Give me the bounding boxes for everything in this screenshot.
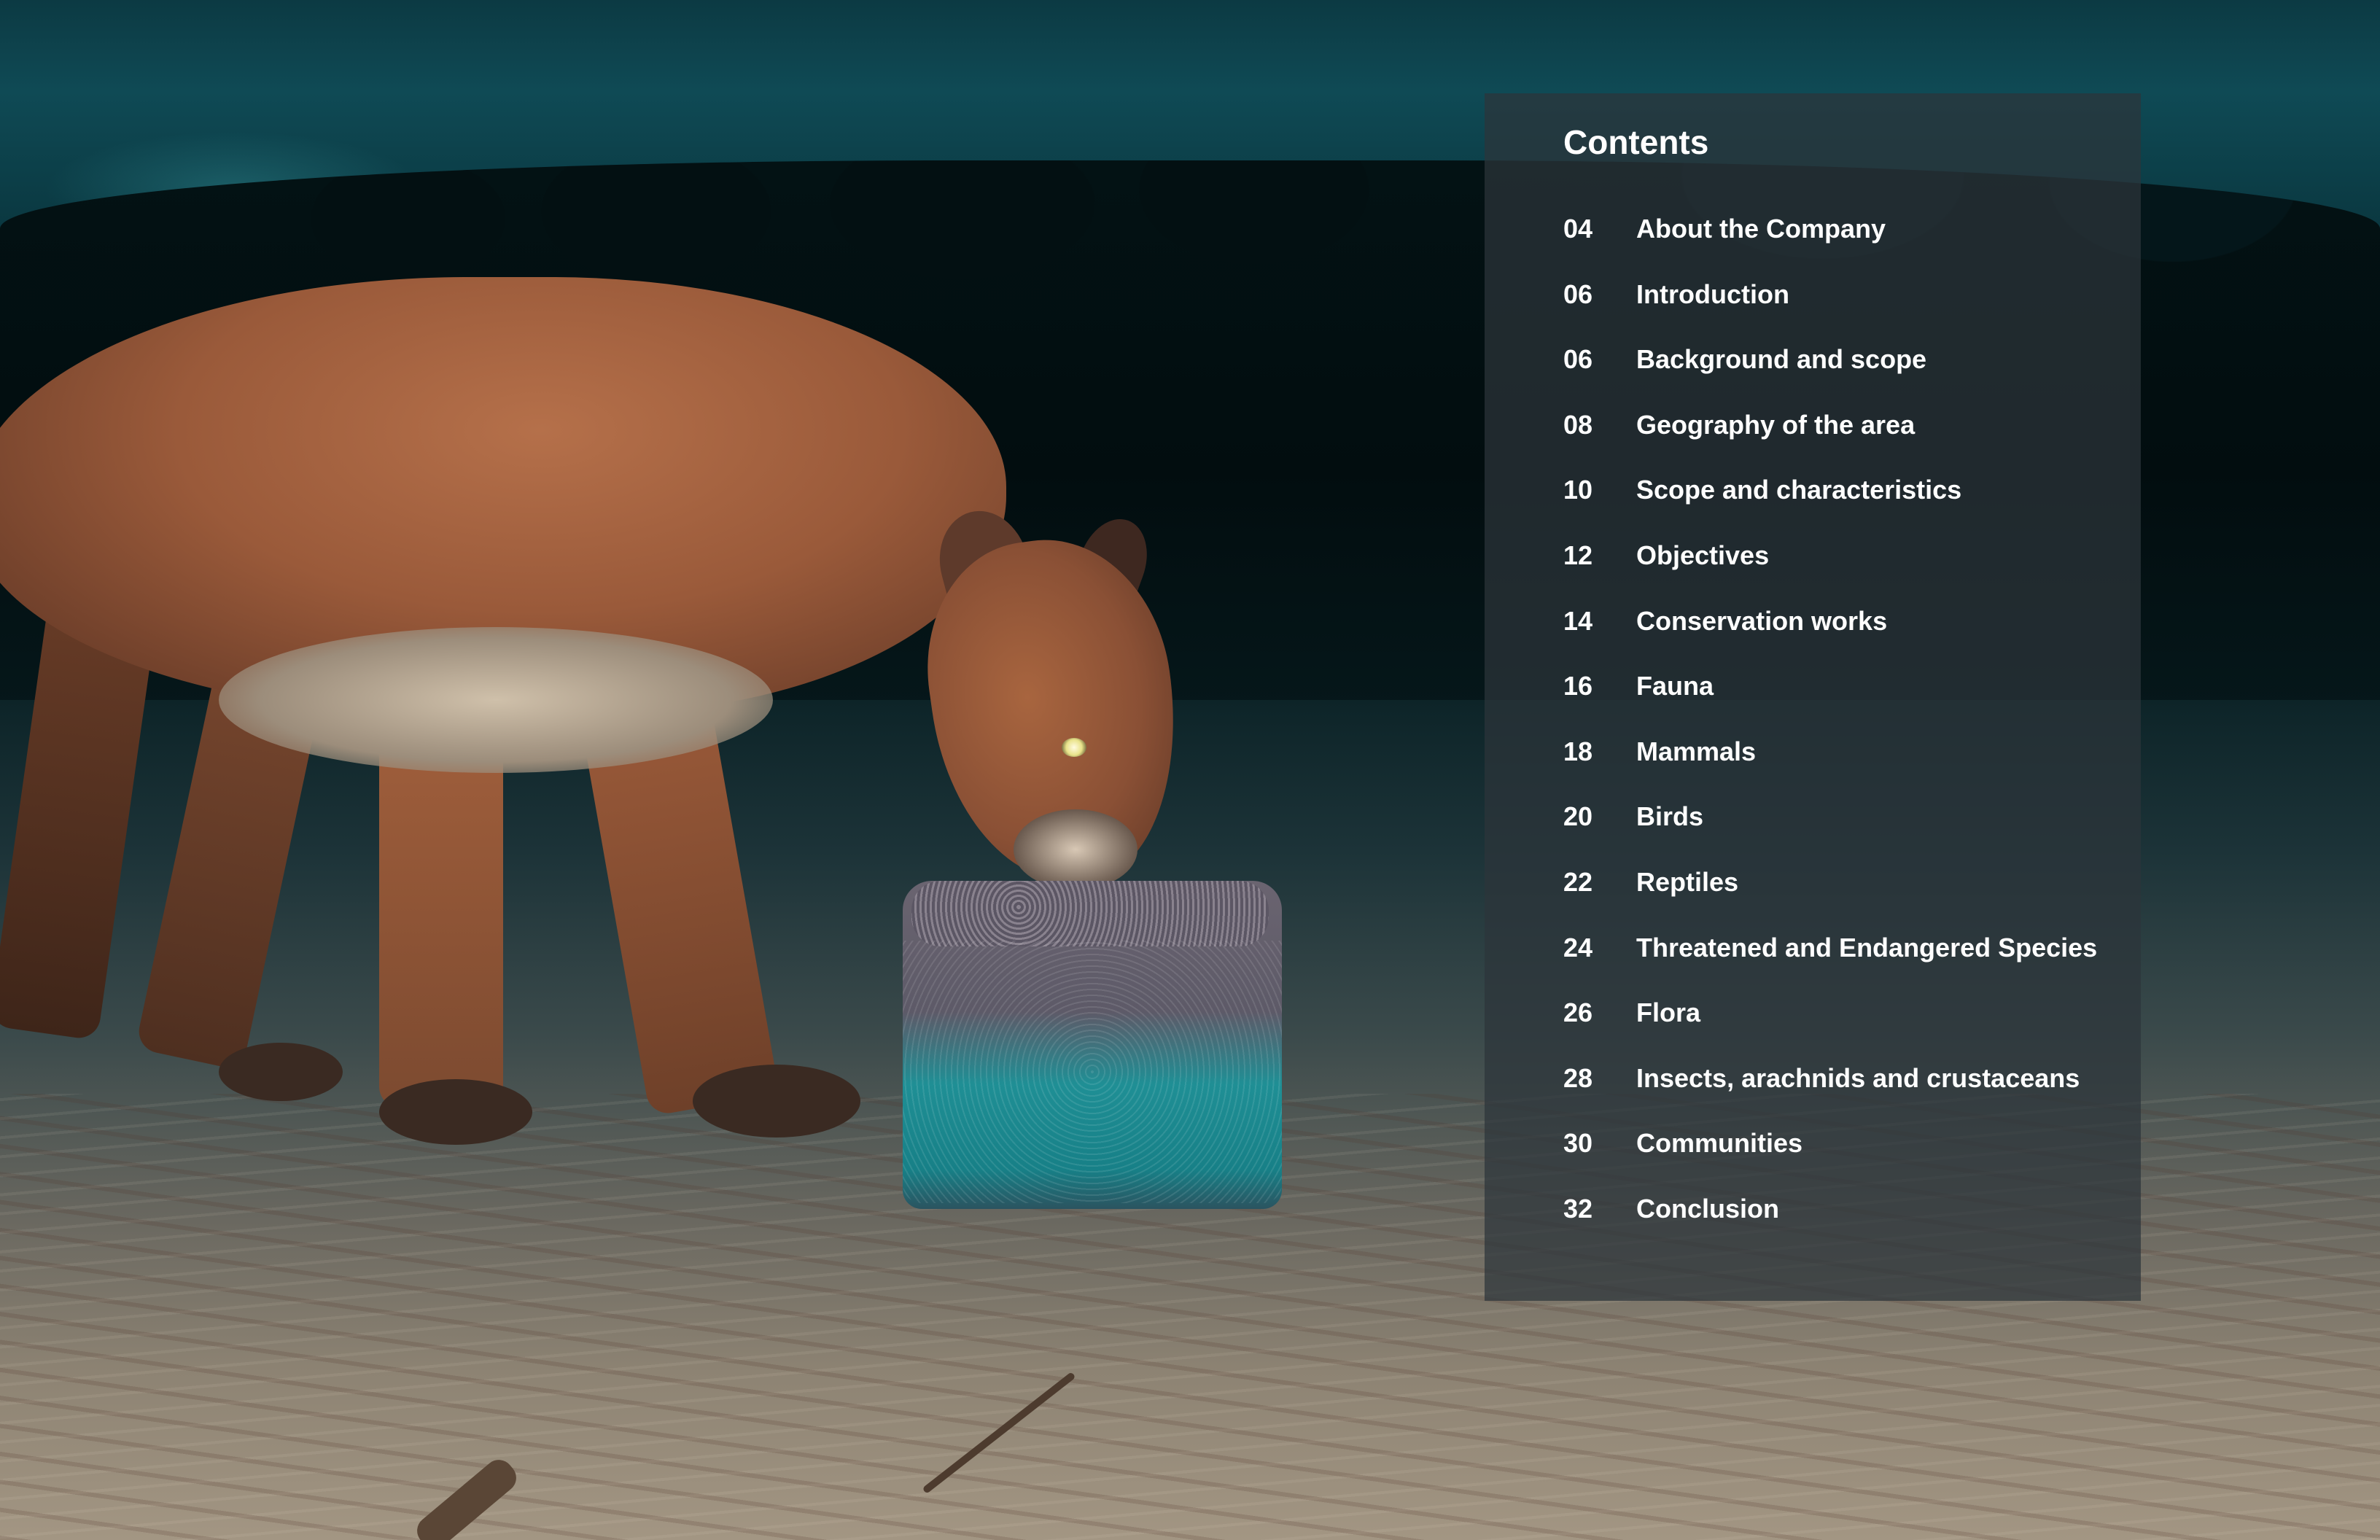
salt-lick-top: [911, 881, 1269, 946]
toc-page-number: 20: [1563, 801, 1593, 832]
toc-item[interactable]: 32 Conclusion: [1563, 1193, 2118, 1261]
toc-page-number: 08: [1563, 409, 1593, 440]
cougar-paw: [219, 1043, 343, 1101]
toc-item[interactable]: 10 Scope and characteristics: [1563, 477, 2118, 542]
cougar-belly: [219, 627, 773, 773]
toc-item[interactable]: 12 Objectives: [1563, 542, 2118, 608]
toc-label: Geography of the area: [1636, 409, 1916, 440]
toc-page-number: 10: [1563, 475, 1593, 505]
contents-title: Contents: [1563, 123, 1709, 161]
toc-item[interactable]: 30 Communities: [1563, 1130, 2118, 1196]
toc-label: Flora: [1636, 998, 1701, 1028]
salt-lick-texture: [903, 941, 1282, 1203]
toc-page-number: 16: [1563, 671, 1593, 701]
toc-item[interactable]: 08 Geography of the area: [1563, 409, 2118, 478]
toc-label: Introduction: [1636, 279, 1789, 309]
cougar-eye: [1062, 738, 1086, 757]
toc-page-number: 30: [1563, 1128, 1593, 1159]
toc-item[interactable]: 22 Reptiles: [1563, 866, 2118, 935]
toc-item[interactable]: 06 Introduction: [1563, 281, 2118, 347]
toc-page-number: 04: [1563, 214, 1593, 244]
toc-page-number: 18: [1563, 736, 1593, 766]
toc-item[interactable]: 16 Fauna: [1563, 673, 2118, 739]
toc-page-number: 32: [1563, 1193, 1593, 1224]
toc-page-number: 26: [1563, 998, 1593, 1028]
cougar-paw: [379, 1079, 532, 1145]
toc-item[interactable]: 20 Birds: [1563, 804, 2118, 869]
toc-label: Background and scope: [1636, 344, 1927, 375]
toc-item[interactable]: 14 Conservation works: [1563, 605, 2118, 674]
toc-label: Objectives: [1636, 540, 1770, 570]
toc-item[interactable]: 28 Insects, arachnids and crustaceans: [1563, 1065, 2118, 1131]
toc-page-number: 24: [1563, 932, 1593, 962]
toc-list: 04 About the Company 06 Introduction 06 Bac…: [1563, 216, 2118, 1261]
toc-page-number: 14: [1563, 605, 1593, 636]
cougar-muzzle: [1014, 809, 1138, 890]
toc-label: Birds: [1636, 801, 1704, 832]
cougar-paw: [693, 1065, 860, 1138]
toc-item[interactable]: 18 Mammals: [1563, 736, 2118, 804]
toc-label: Insects, arachnids and crustaceans: [1636, 1062, 2080, 1093]
toc-label: Communities: [1636, 1128, 1803, 1159]
toc-page-number: 22: [1563, 866, 1593, 897]
toc-item[interactable]: 24 Threatened and Endangered Species: [1563, 932, 2118, 1000]
toc-label: Conservation works: [1636, 605, 1888, 636]
toc-label: Threatened and Endangered Species: [1636, 932, 2098, 962]
toc-page-number: 06: [1563, 344, 1593, 375]
toc-label: About the Company: [1636, 214, 1886, 244]
toc-item[interactable]: 04 About the Company: [1563, 216, 2118, 281]
toc-label: Fauna: [1636, 671, 1714, 701]
toc-page-number: 06: [1563, 279, 1593, 309]
toc-label: Reptiles: [1636, 866, 1739, 897]
toc-label: Mammals: [1636, 736, 1757, 766]
toc-label: Scope and characteristics: [1636, 475, 1962, 505]
toc-label: Conclusion: [1636, 1193, 1779, 1224]
toc-item[interactable]: 26 Flora: [1563, 1000, 2118, 1065]
toc-page-number: 12: [1563, 540, 1593, 570]
contents-panel: Contents 04 About the Company 06 Introduct…: [1485, 93, 2141, 1301]
toc-item[interactable]: 06 Background and scope: [1563, 346, 2118, 412]
toc-page-number: 28: [1563, 1062, 1593, 1093]
